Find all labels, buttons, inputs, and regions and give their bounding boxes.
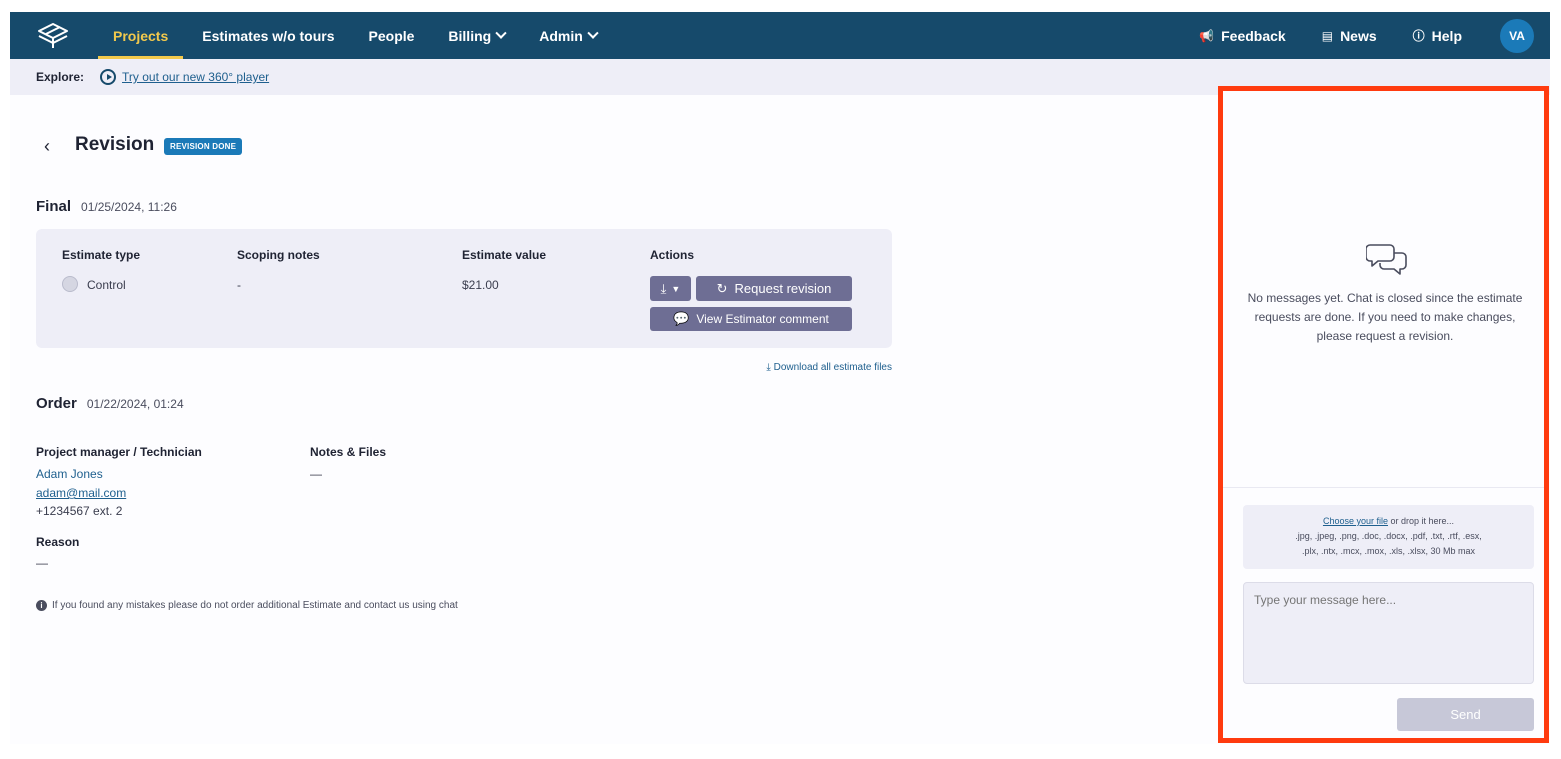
nav-estimates-wo-tours[interactable]: Estimates w/o tours: [187, 12, 349, 59]
message-input[interactable]: [1243, 582, 1534, 684]
chevron-down-icon: [587, 27, 599, 39]
estimate-value: $21.00: [462, 278, 499, 292]
explore-label: Explore:: [36, 70, 85, 84]
nav-people[interactable]: People: [354, 12, 430, 59]
scoping-notes-value: -: [237, 278, 241, 292]
order-date: 01/22/2024, 01:24: [86, 397, 184, 411]
chat-panel: No messages yet. Chat is closed since th…: [1223, 91, 1544, 738]
info-text: If you found any mistakes please do not …: [52, 600, 458, 611]
nav-projects-label: Projects: [113, 27, 169, 44]
notes-files-label: Notes & Files: [310, 445, 387, 459]
nav-admin-label: Admin: [539, 27, 583, 44]
status-badge: REVISION DONE: [164, 138, 243, 155]
file-types-line-2: .plx, .ntx, .mcx, .mox, .xls, .xlsx, 30 …: [1301, 546, 1476, 556]
download-icon: ⤓: [660, 280, 667, 296]
page-title: Revision: [75, 134, 155, 155]
feedback-label: Feedback: [1221, 27, 1286, 44]
dropzone-line-1: Choose your file or drop it here...: [1243, 514, 1534, 529]
download-icon: ⤓: [766, 362, 771, 373]
download-all-label: Download all estimate files: [773, 362, 892, 373]
360-player-link[interactable]: Try out our new 360° player: [122, 70, 269, 84]
reason-label: Reason: [36, 535, 80, 549]
col-scoping-notes: Scoping notes: [237, 248, 320, 262]
nav-estimates-label: Estimates w/o tours: [202, 27, 335, 44]
comment-icon: 💬: [673, 311, 690, 326]
choose-file-link[interactable]: Choose your file: [1323, 516, 1388, 526]
pm-phone: +1234567 ext. 2: [36, 504, 123, 518]
newspaper-icon: ▤: [1321, 28, 1334, 43]
col-actions: Actions: [650, 248, 695, 262]
view-estimator-comment-button[interactable]: 💬 View Estimator comment: [650, 307, 852, 331]
chat-empty-message: No messages yet. Chat is closed since th…: [1247, 291, 1523, 343]
help-link[interactable]: ⓘ Help: [1413, 27, 1462, 44]
col-estimate-value: Estimate value: [462, 248, 547, 262]
order-heading-label: Order: [36, 395, 77, 412]
order-heading: Order 01/22/2024, 01:24: [36, 395, 184, 412]
nav-billing-label: Billing: [448, 27, 492, 44]
news-link[interactable]: ▤ News: [1322, 28, 1377, 44]
refresh-icon: ↻: [716, 280, 728, 296]
chat-messages-area: No messages yet. Chat is closed since th…: [1223, 91, 1544, 488]
file-dropzone[interactable]: Choose your file or drop it here... .jpg…: [1243, 505, 1534, 569]
reason-value: —: [36, 556, 48, 570]
chat-bubbles-icon: [1366, 244, 1407, 275]
send-button[interactable]: Send: [1397, 698, 1534, 731]
notes-files-value: —: [310, 467, 322, 481]
download-dropdown-button[interactable]: ⤓ ▼: [650, 276, 691, 301]
info-note: i If you found any mistakes please do no…: [36, 600, 458, 611]
feedback-link[interactable]: 📢 Feedback: [1199, 28, 1286, 44]
final-heading: Final 01/25/2024, 11:26: [36, 198, 177, 215]
cube-logo-icon[interactable]: [36, 22, 70, 50]
request-revision-label: Request revision: [734, 281, 832, 296]
nav-billing[interactable]: Billing: [433, 12, 520, 59]
estimate-type-value: Control: [87, 278, 126, 292]
info-icon: i: [36, 600, 47, 611]
view-comment-label: View Estimator comment: [696, 312, 829, 326]
chevron-down-icon: [495, 27, 507, 39]
nav-people-label: People: [368, 27, 415, 44]
file-types-line-1: .jpg, .jpeg, .png, .doc, .docx, .pdf, .t…: [1295, 531, 1482, 541]
final-date: 01/25/2024, 11:26: [81, 200, 177, 214]
avatar[interactable]: VA: [1500, 18, 1534, 53]
help-icon: ⓘ: [1412, 29, 1425, 43]
drop-text: or drop it here...: [1388, 516, 1455, 526]
news-label: News: [1340, 27, 1377, 44]
final-heading-label: Final: [36, 198, 72, 215]
col-estimate-type: Estimate type: [62, 248, 141, 262]
megaphone-icon: 📢: [1199, 28, 1215, 43]
help-label: Help: [1431, 27, 1462, 44]
nav-projects[interactable]: Projects: [98, 12, 184, 59]
top-navigation: Projects Estimates w/o tours People Bill…: [10, 12, 1550, 59]
pm-email-link[interactable]: adam@mail.com: [36, 486, 126, 500]
pm-label: Project manager / Technician: [36, 445, 202, 459]
nav-right: 📢 Feedback ▤ News ⓘ Help VA: [1163, 12, 1534, 59]
play-icon: [100, 69, 117, 85]
chevron-down-icon: ▼: [671, 283, 681, 294]
download-all-link[interactable]: ⤓ Download all estimate files: [766, 362, 892, 373]
pm-name: Adam Jones: [36, 467, 103, 481]
main-nav: Projects Estimates w/o tours People Bill…: [98, 12, 616, 59]
request-revision-button[interactable]: ↻ Request revision: [696, 276, 852, 301]
estimate-card: Estimate type Scoping notes Estimate val…: [36, 229, 892, 348]
nav-admin[interactable]: Admin: [524, 12, 612, 59]
back-chevron-icon[interactable]: ‹: [44, 136, 50, 157]
estimate-type-icon: [62, 276, 78, 292]
